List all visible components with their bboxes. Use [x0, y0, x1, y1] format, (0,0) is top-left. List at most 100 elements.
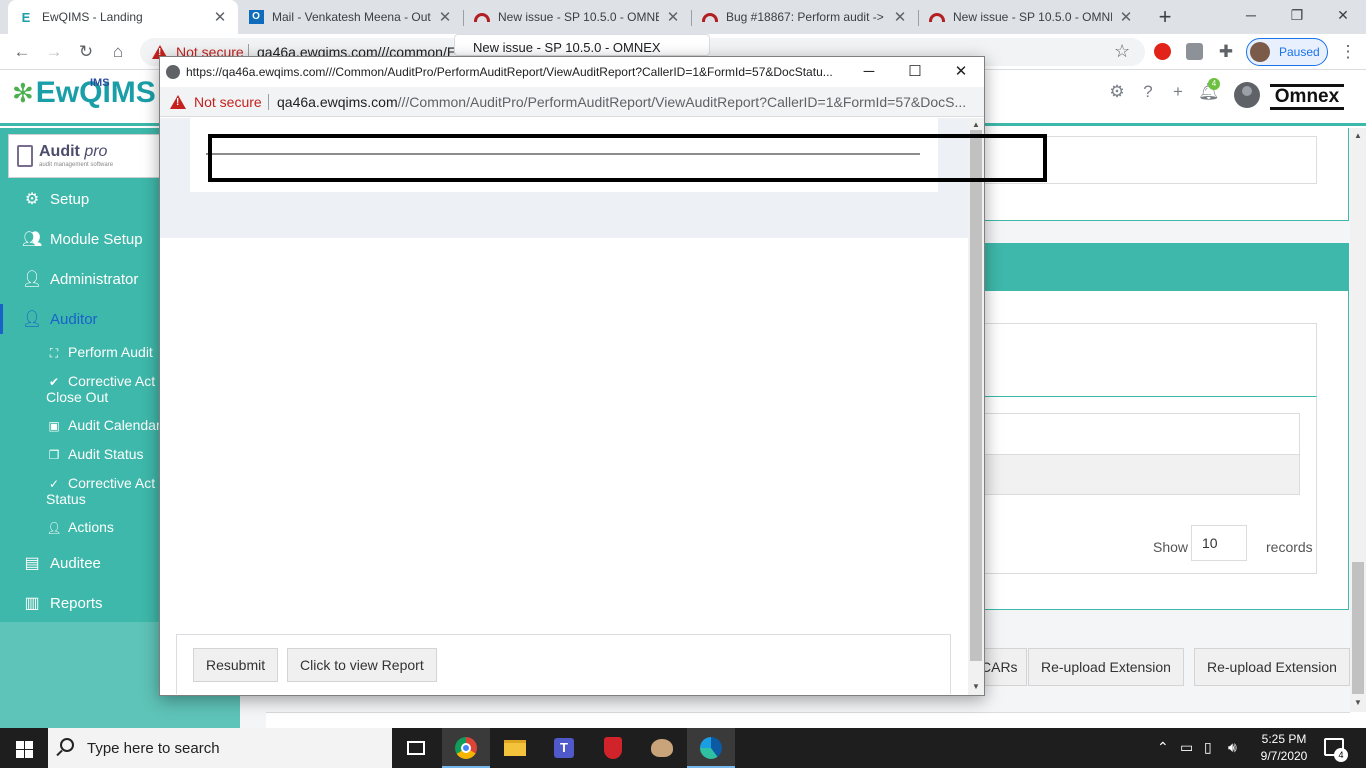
- action-center-badge: 4: [1334, 748, 1348, 762]
- teams-icon[interactable]: T: [540, 728, 588, 768]
- popup-window-title: https://qa46a.ewqims.com///Common/AuditP…: [186, 65, 833, 79]
- scrollbar-thumb[interactable]: [970, 130, 982, 661]
- sidebar-item-label: Administrator: [50, 270, 139, 288]
- sidebar-item-label: Auditor: [50, 310, 98, 328]
- battery-icon[interactable]: ▯: [1204, 739, 1212, 756]
- browser-tab-mail[interactable]: O Mail - Venkatesh Meena - Outl ✕: [238, 0, 463, 34]
- windows-taskbar: Type here to search T ⌃ ▭ ▯ 🔊︎ 5:25 PM 9…: [0, 728, 1366, 768]
- chrome-icon[interactable]: [442, 728, 490, 768]
- close-icon[interactable]: ✕: [437, 8, 453, 26]
- copy-icon: ❐: [48, 448, 60, 462]
- user-avatar[interactable]: [1234, 82, 1260, 108]
- sidebar-subitem-corrective-action-status[interactable]: ✓ Corrective Act Status: [46, 476, 155, 507]
- file-explorer-icon[interactable]: [491, 728, 539, 768]
- sidebar-subitem-audit-status[interactable]: ❐ Audit Status: [46, 447, 144, 463]
- resubmit-button[interactable]: Resubmit: [193, 648, 279, 682]
- browser-tab-new-issue-2[interactable]: New issue - SP 10.5.0 - OMNEX ✕: [919, 0, 1144, 34]
- sidebar-subitem-actions[interactable]: 👤︎ Actions: [46, 520, 114, 536]
- opera-extension-icon[interactable]: [1154, 43, 1171, 60]
- records-card-header: [985, 323, 1317, 397]
- close-icon[interactable]: ✕: [212, 8, 228, 26]
- clipboard-icon: [17, 145, 33, 167]
- outlook-icon: O: [248, 9, 264, 25]
- popup-close-button[interactable]: ✕: [950, 61, 972, 83]
- ewqims-icon: E: [21, 9, 31, 25]
- close-icon[interactable]: ✕: [892, 8, 908, 26]
- scroll-up-icon[interactable]: ▲: [1350, 131, 1366, 140]
- warning-icon: [170, 95, 186, 109]
- reupload-extension-button[interactable]: Re-upload Extension: [1028, 648, 1184, 686]
- tab-hover-tooltip: New issue - SP 10.5.0 - OMNEX: [454, 34, 710, 56]
- table-row: [985, 413, 1300, 455]
- close-icon[interactable]: ✕: [1118, 8, 1134, 26]
- popup-minimize-button[interactable]: ─: [858, 61, 880, 83]
- back-button[interactable]: ←: [10, 40, 34, 64]
- popup-url: qa46a.ewqims.com///Common/AuditPro/Perfo…: [277, 94, 967, 110]
- taskbar-search[interactable]: Type here to search: [48, 728, 392, 768]
- profile-button[interactable]: Paused: [1246, 38, 1328, 66]
- popup-titlebar: https://qa46a.ewqims.com///Common/AuditP…: [160, 57, 984, 87]
- edge-icon[interactable]: [687, 728, 735, 768]
- sidebar-subitem-audit-calendar[interactable]: ▣ Audit Calendar: [46, 418, 160, 434]
- scroll-down-icon[interactable]: ▼: [1350, 698, 1366, 707]
- profile-status: Paused: [1279, 45, 1320, 59]
- view-report-button[interactable]: Click to view Report: [287, 648, 437, 682]
- omnex-logo: Omnex: [1270, 84, 1344, 110]
- sidebar-subitem-corrective-action-close-out[interactable]: ✔ Corrective Act Close Out: [46, 374, 155, 405]
- restore-button[interactable]: ❐: [1274, 0, 1320, 30]
- scroll-down-icon[interactable]: ▼: [968, 682, 984, 691]
- forward-button[interactable]: →: [42, 40, 66, 64]
- reload-button[interactable]: ↻: [74, 40, 98, 64]
- start-button[interactable]: [0, 728, 48, 768]
- sidebar-item-label: Auditee: [50, 554, 101, 572]
- records-per-page-select[interactable]: 10: [1191, 525, 1247, 561]
- gear-icon[interactable]: ⚙: [1107, 82, 1127, 102]
- puzzle-icon[interactable]: ✚: [1214, 40, 1238, 64]
- paint-icon[interactable]: [638, 728, 686, 768]
- user-gear-icon: 👤︎: [46, 521, 62, 535]
- close-window-button[interactable]: ✕: [1320, 0, 1366, 30]
- sidebar-item-label: Setup: [50, 190, 90, 208]
- sidebar-subitem-perform-audit[interactable]: ⛶ Perform Audit: [46, 345, 153, 361]
- scrollbar-thumb[interactable]: [1352, 562, 1364, 694]
- popup-scrollbar[interactable]: ▲ ▼: [968, 118, 984, 695]
- popup-security-indicator[interactable]: Not secure: [170, 94, 262, 110]
- security-shield-icon[interactable]: [589, 728, 637, 768]
- extension-icon[interactable]: [1186, 43, 1203, 60]
- kebab-menu-icon[interactable]: ⋮: [1336, 40, 1360, 64]
- sidebar-item-label: Reports: [50, 594, 103, 612]
- popup-address-bar[interactable]: Not secure qa46a.ewqims.com///Common/Aud…: [160, 87, 984, 117]
- star-icon[interactable]: ☆: [1114, 41, 1130, 62]
- page-scrollbar[interactable]: ▲ ▼: [1350, 128, 1366, 712]
- clock-time[interactable]: 5:25 PM: [1252, 732, 1316, 746]
- task-view-icon[interactable]: [392, 728, 440, 768]
- show-label: Show: [1153, 539, 1189, 555]
- flower-icon: ✻: [12, 78, 34, 108]
- check-icon: ✓: [48, 477, 60, 491]
- close-icon[interactable]: ✕: [665, 8, 681, 26]
- volume-icon[interactable]: 🔊︎: [1228, 739, 1237, 756]
- browser-tab-bug[interactable]: Bug #18867: Perform audit -> T ✕: [692, 0, 918, 34]
- popup-content: Resubmit Click to view Report: [160, 118, 968, 695]
- plus-icon[interactable]: +: [1168, 82, 1188, 102]
- scroll-up-icon[interactable]: ▲: [968, 120, 984, 129]
- minimize-button[interactable]: ─: [1228, 0, 1274, 30]
- records-card: Show 10 records: [984, 291, 1349, 610]
- user-cog-icon: 👤︎: [22, 271, 43, 288]
- popup-maximize-button[interactable]: ☐: [904, 61, 926, 83]
- sidebar-item-label: Module Setup: [50, 230, 143, 248]
- reupload-extension-button-2[interactable]: Re-upload Extension: [1194, 648, 1350, 686]
- home-button[interactable]: ⌂: [106, 40, 130, 64]
- page-footer: [266, 712, 1350, 728]
- browser-tab-ewqims[interactable]: E EwQIMS - Landing ✕: [8, 0, 238, 34]
- new-tab-button[interactable]: +: [1154, 4, 1176, 30]
- clock-date[interactable]: 9/7/2020: [1252, 749, 1316, 763]
- help-icon[interactable]: ?: [1138, 82, 1158, 102]
- browser-tab-new-issue-1[interactable]: New issue - SP 10.5.0 - OMNEX ✕: [464, 0, 691, 34]
- ewqims-logo[interactable]: ✻ EwQIMS IMS: [12, 76, 156, 110]
- browser-tab-strip: E EwQIMS - Landing ✕ O Mail - Venkatesh …: [0, 0, 1366, 34]
- records-card-body: Show 10 records: [985, 397, 1317, 574]
- auditpro-logo[interactable]: Audit pro audit management software: [8, 134, 160, 178]
- network-icon[interactable]: ▭: [1180, 739, 1193, 756]
- chevron-up-icon[interactable]: ⌃: [1157, 739, 1169, 756]
